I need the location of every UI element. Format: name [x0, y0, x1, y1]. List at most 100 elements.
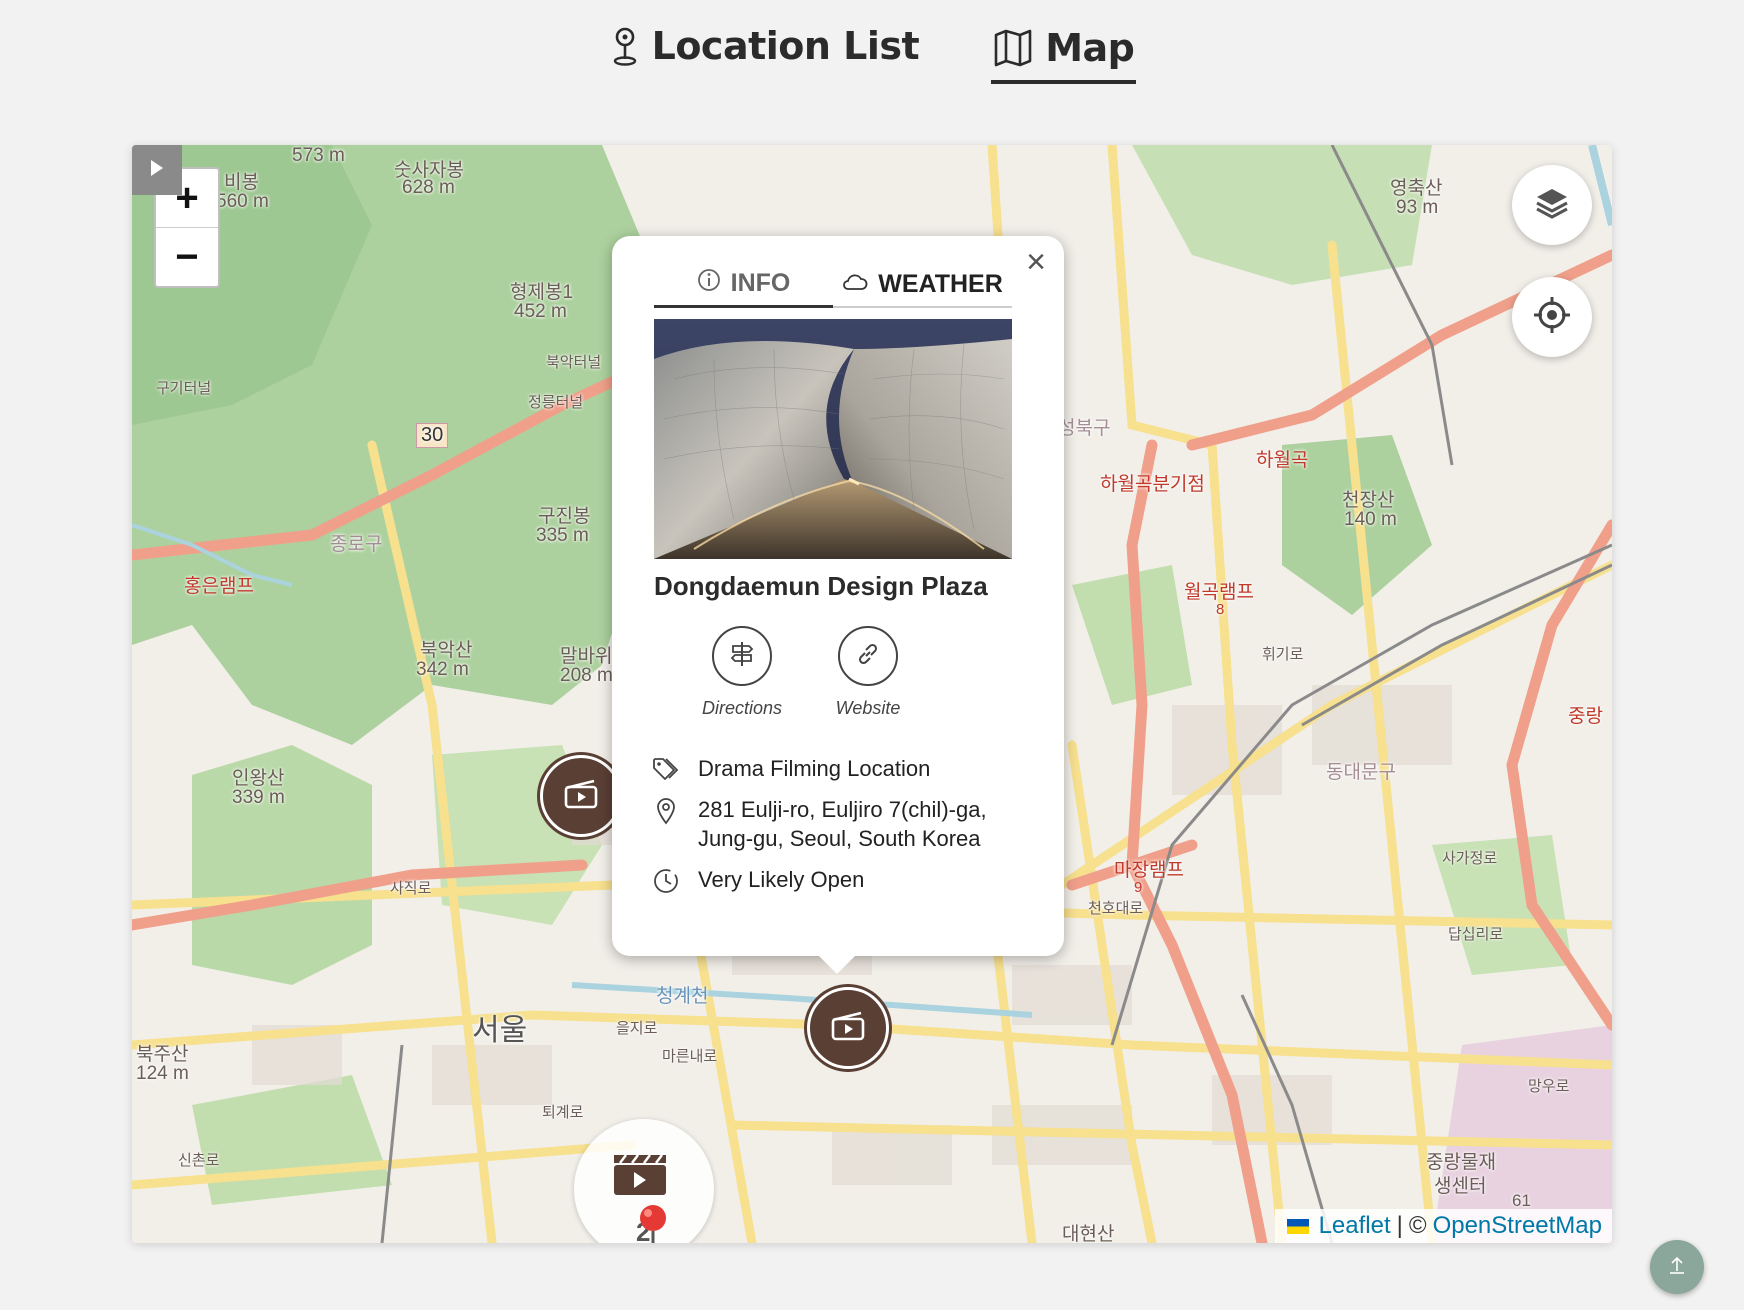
location-pin-icon: [652, 795, 680, 825]
map-label: 답십리로: [1448, 926, 1504, 943]
layers-button[interactable]: [1512, 165, 1592, 245]
tab-weather-label: WEATHER: [878, 269, 1003, 298]
play-icon: [149, 159, 165, 182]
clapperboard-icon: [563, 779, 599, 814]
map-label: 종로구: [330, 534, 383, 555]
scroll-to-top-button[interactable]: [1650, 1240, 1704, 1294]
close-button[interactable]: ×: [1018, 243, 1054, 281]
sidebar-toggle-button[interactable]: [132, 145, 182, 195]
map-label: 628 m: [402, 177, 455, 198]
website-circle: [838, 626, 898, 686]
clapperboard-icon: [830, 1011, 866, 1046]
address-text: 281 Eulji-ro, Euljiro 7(chil)-ga, Jung-g…: [698, 795, 987, 853]
tab-info[interactable]: INFO: [654, 262, 833, 308]
address-line-2: Jung-gu, Seoul, South Korea: [698, 826, 981, 851]
map-label: 452 m: [514, 301, 567, 322]
map-label: 573 m: [292, 145, 345, 166]
copyright-symbol: ©: [1408, 1212, 1427, 1239]
map-icon: [993, 29, 1033, 67]
map-label: 월곡램프: [1184, 582, 1254, 603]
map-label: 청계천: [656, 986, 709, 1007]
leaflet-link[interactable]: Leaflet: [1319, 1212, 1391, 1240]
locate-button[interactable]: [1512, 277, 1592, 357]
map-label: 구진봉: [538, 506, 591, 527]
tab-weather[interactable]: WEATHER: [833, 262, 1012, 306]
category-text: Drama Filming Location: [698, 756, 931, 781]
website-button[interactable]: Website: [835, 626, 901, 719]
tab-location-list[interactable]: Location List: [608, 16, 922, 76]
crosshair-icon: [1532, 295, 1572, 340]
address-line-1: 281 Eulji-ro, Euljiro 7(chil)-ga,: [698, 797, 987, 822]
directions-circle: [712, 626, 772, 686]
map-label: 을지로: [616, 1020, 658, 1037]
clapperboard-icon: [612, 1153, 668, 1202]
map-label: 중랑물재: [1426, 1152, 1496, 1173]
map-label: 영축산: [1390, 178, 1443, 199]
cloud-icon: [842, 270, 868, 299]
map-label: 335 m: [536, 525, 589, 546]
popup-actions: Directions Website: [702, 626, 901, 719]
map-label: 정릉터널: [528, 394, 584, 411]
map-label: 북악터널: [546, 354, 602, 371]
map-label: 성북구: [1058, 418, 1111, 439]
map-label: 북주산: [136, 1044, 189, 1065]
map-label: 인왕산: [232, 768, 285, 789]
map-label: 동대문구: [1326, 762, 1396, 783]
map-pin-icon: [636, 1203, 670, 1243]
location-details: Drama Filming Location 281 Eulji-ro, Eul…: [652, 754, 1052, 907]
map-attribution: Leaflet | © OpenStreetMap: [1274, 1209, 1612, 1243]
zoom-out-button[interactable]: −: [156, 227, 218, 286]
map-label: 93 m: [1396, 197, 1439, 218]
link-icon: [855, 641, 881, 672]
info-icon: [697, 268, 721, 299]
map-label: 30: [416, 423, 449, 448]
film-marker[interactable]: [807, 987, 889, 1069]
map-label: 대현산: [1062, 1224, 1115, 1243]
tab-location-list-label: Location List: [651, 24, 920, 68]
map-label: 208 m: [560, 665, 613, 686]
map-label: 마른내로: [662, 1048, 718, 1065]
signpost-icon: [728, 640, 756, 673]
tab-info-label: INFO: [730, 269, 791, 297]
website-label: Website: [835, 698, 901, 718]
tab-map[interactable]: Map: [991, 16, 1137, 84]
map-label: 천호대로: [1088, 900, 1144, 917]
tab-map-label: Map: [1045, 26, 1135, 70]
status-text: Very Likely Open: [698, 867, 865, 892]
map-pin-icon: [610, 25, 640, 67]
arrow-up-icon: [1666, 1254, 1688, 1281]
popup-tip: [817, 954, 857, 974]
map-label: 하월곡분기점: [1100, 474, 1205, 495]
map-label: 구기터널: [156, 380, 212, 397]
tag-icon: [652, 754, 680, 782]
clock-icon: [652, 865, 680, 895]
directions-label: Directions: [701, 698, 783, 718]
map-label: 형제봉1: [510, 282, 574, 303]
map-label: 말바위: [560, 646, 613, 667]
ukraine-flag-icon: [1286, 1218, 1309, 1234]
film-marker[interactable]: [540, 755, 622, 837]
map-label: 신촌로: [178, 1152, 220, 1169]
category-row: Drama Filming Location: [652, 754, 1052, 783]
map-label: 홍은램프: [184, 576, 254, 597]
map-label: 9: [1134, 879, 1143, 896]
map-label: 8: [1216, 601, 1225, 618]
popup-tabs: INFO WEATHER: [654, 262, 1012, 308]
map-label: 사직로: [390, 880, 432, 897]
openstreetmap-link[interactable]: OpenStreetMap: [1433, 1212, 1602, 1240]
map-label: 342 m: [416, 659, 469, 680]
location-popup: × INFO WEATHER Dongdaemun Design Plaza D…: [612, 236, 1064, 974]
map-label: 서울: [472, 1014, 528, 1047]
map-label: 339 m: [232, 787, 285, 808]
location-photo: [654, 319, 1012, 559]
directions-button[interactable]: Directions: [702, 626, 782, 719]
map-label: 마장램프: [1114, 860, 1184, 881]
map-label: 휘기로: [1262, 646, 1304, 663]
map-label: 140 m: [1344, 509, 1397, 530]
location-title: Dongdaemun Design Plaza: [654, 571, 988, 601]
map-label: 사가정로: [1442, 850, 1498, 867]
attribution-separator: |: [1396, 1212, 1403, 1239]
map-label: 망우로: [1528, 1078, 1570, 1095]
map-label: 124 m: [136, 1063, 189, 1084]
map-label: 비봉: [224, 172, 259, 193]
